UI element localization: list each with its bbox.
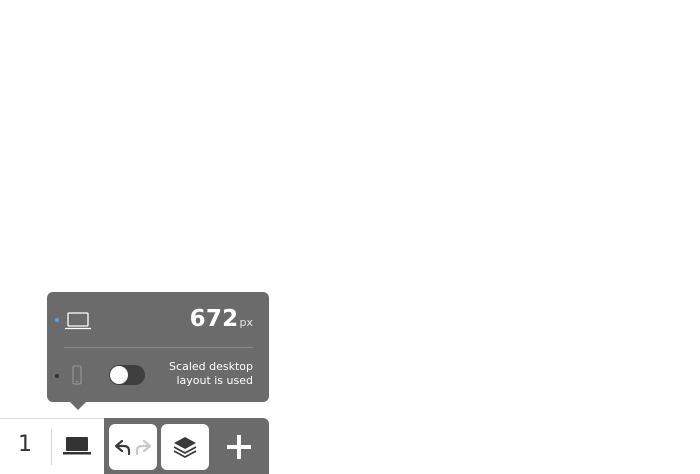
- breakpoint-width-value: 672: [189, 306, 239, 332]
- desktop-active-indicator: [55, 318, 59, 322]
- undo-redo-icons: [114, 439, 152, 456]
- add-element-button[interactable]: [215, 424, 263, 470]
- editor-toolbar: [104, 418, 269, 474]
- page-indicator: 1: [0, 418, 104, 474]
- popover-divider: [64, 347, 253, 348]
- page-number[interactable]: 1: [18, 432, 32, 457]
- breakpoint-width: 672 px: [190, 306, 253, 332]
- toolbar-separator: [51, 429, 52, 465]
- layers-button[interactable]: [161, 424, 209, 470]
- breakpoint-width-unit: px: [239, 316, 254, 329]
- editor-canvas: 672 px Scaled desktop layout is used 1: [0, 0, 700, 474]
- laptop-icon[interactable]: [62, 436, 92, 456]
- laptop-icon[interactable]: [64, 311, 92, 331]
- scaled-layout-toggle[interactable]: [109, 365, 145, 385]
- scaled-layout-note: Scaled desktop layout is used: [143, 360, 253, 388]
- phone-icon[interactable]: [72, 365, 82, 385]
- undo-redo-button: [109, 424, 157, 470]
- redo-icon[interactable]: [135, 439, 152, 456]
- breakpoint-popover: 672 px Scaled desktop layout is used: [47, 292, 269, 410]
- mobile-indicator: [55, 374, 59, 378]
- layers-icon: [173, 437, 197, 458]
- toggle-knob: [110, 366, 128, 384]
- undo-icon[interactable]: [114, 439, 131, 456]
- scaled-layout-note-line1: Scaled desktop: [169, 360, 253, 373]
- scaled-layout-note-line2: layout is used: [176, 374, 253, 387]
- plus-icon: [227, 435, 251, 459]
